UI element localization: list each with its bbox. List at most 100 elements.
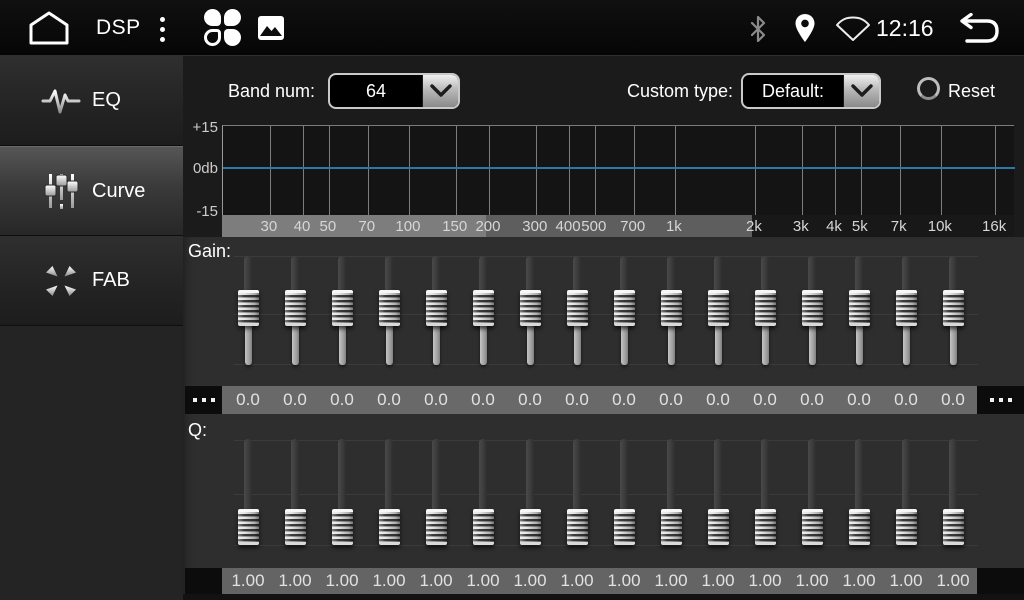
gain-slider-thumb[interactable]: [802, 290, 823, 326]
location-icon: [794, 13, 816, 43]
freq-tick-label: 1k: [652, 215, 696, 237]
slider-track: [667, 439, 675, 515]
q-row-right-spacer: [977, 568, 1024, 594]
apps-clover-icon[interactable]: [204, 9, 242, 47]
band-value: 1.00: [507, 568, 554, 594]
q-slider-thumb[interactable]: [708, 509, 729, 545]
slider-track: [714, 439, 722, 515]
q-slider-thumb[interactable]: [426, 509, 447, 545]
slider-track-lower: [621, 324, 628, 365]
band-value: 1.00: [695, 568, 742, 594]
reset-label: Reset: [948, 74, 995, 108]
y-tick-label: +15: [183, 119, 218, 137]
q-slider-thumb[interactable]: [473, 509, 494, 545]
slider-track-lower: [480, 324, 487, 365]
q-slider-thumb[interactable]: [849, 509, 870, 545]
freq-tick-label: 500: [572, 215, 616, 237]
q-slider-thumb[interactable]: [755, 509, 776, 545]
band-value: 1.00: [319, 568, 366, 594]
q-slider-thumb[interactable]: [520, 509, 541, 545]
sidebar-item-fab[interactable]: FAB: [0, 236, 183, 326]
home-icon[interactable]: [26, 10, 72, 46]
gain-slider-thumb[interactable]: [520, 290, 541, 326]
gain-more-right-button[interactable]: [977, 386, 1024, 414]
q-slider-thumb[interactable]: [285, 509, 306, 545]
frequency-axis-strip[interactable]: 304050701001502003004005007001k2k3k4k5k7…: [222, 215, 1014, 237]
band-num-label: Band num:: [228, 74, 315, 108]
slider-track: [291, 439, 299, 515]
chevron-down-icon: [843, 75, 879, 107]
slider-track-lower: [668, 324, 675, 365]
clock: 12:16: [876, 0, 934, 56]
band-value: 0.0: [225, 386, 272, 414]
q-sliders: [222, 437, 1014, 547]
eq-curve-graph[interactable]: [222, 125, 1014, 215]
freq-gridline: [329, 126, 330, 216]
slider-track-lower: [433, 324, 440, 365]
faders-icon: [38, 172, 84, 210]
slider-track: [526, 439, 534, 515]
gain-slider-thumb[interactable]: [426, 290, 447, 326]
slider-track: [385, 439, 393, 515]
q-slider-thumb[interactable]: [238, 509, 259, 545]
slider-track-lower: [386, 324, 393, 365]
y-tick-label: 0db: [183, 160, 218, 178]
q-section-label: Q:: [188, 420, 207, 441]
freq-gridline: [835, 126, 836, 216]
freq-gridline: [303, 126, 304, 216]
overflow-menu-icon[interactable]: [160, 17, 166, 42]
q-slider-thumb[interactable]: [943, 509, 964, 545]
q-slider-thumb[interactable]: [379, 509, 400, 545]
q-slider-thumb[interactable]: [567, 509, 588, 545]
freq-gridline: [802, 126, 803, 216]
freq-gridline: [900, 126, 901, 216]
band-value: 1.00: [554, 568, 601, 594]
slider-track-lower: [762, 324, 769, 365]
freq-tick-label: 7k: [877, 215, 921, 237]
gain-slider-thumb[interactable]: [614, 290, 635, 326]
gain-slider-thumb[interactable]: [943, 290, 964, 326]
back-icon[interactable]: [950, 13, 1002, 45]
gain-slider-thumb[interactable]: [285, 290, 306, 326]
band-value: 0.0: [272, 386, 319, 414]
q-slider-thumb[interactable]: [896, 509, 917, 545]
freq-gridline: [941, 126, 942, 216]
gain-slider-thumb[interactable]: [379, 290, 400, 326]
slider-track: [573, 439, 581, 515]
slider-gridline: [234, 364, 978, 365]
app-title: DSP: [96, 0, 141, 56]
gain-slider-thumb[interactable]: [755, 290, 776, 326]
q-slider-thumb[interactable]: [614, 509, 635, 545]
freq-gridline: [595, 126, 596, 216]
band-value: 1.00: [225, 568, 272, 594]
slider-track-lower: [809, 324, 816, 365]
gain-slider-thumb[interactable]: [708, 290, 729, 326]
band-value: 1.00: [789, 568, 836, 594]
gain-slider-thumb[interactable]: [473, 290, 494, 326]
slider-track-lower: [903, 324, 910, 365]
gain-slider-thumb[interactable]: [896, 290, 917, 326]
gallery-icon[interactable]: [258, 16, 284, 40]
custom-type-select[interactable]: Default:: [741, 73, 881, 109]
band-value: 0.0: [319, 386, 366, 414]
band-value: 1.00: [648, 568, 695, 594]
band-num-select[interactable]: 64: [328, 73, 460, 109]
gain-sliders: [222, 248, 1014, 368]
q-slider-thumb[interactable]: [802, 509, 823, 545]
gain-slider-thumb[interactable]: [238, 290, 259, 326]
sidebar-item-curve[interactable]: Curve: [0, 146, 183, 236]
sidebar-item-eq[interactable]: EQ: [0, 56, 183, 146]
freq-tick-label: 50: [306, 215, 350, 237]
q-slider-thumb[interactable]: [332, 509, 353, 545]
slider-track: [902, 439, 910, 515]
band-value: 1.00: [883, 568, 930, 594]
q-slider-thumb[interactable]: [661, 509, 682, 545]
reset-radio[interactable]: [917, 77, 940, 100]
gain-slider-thumb[interactable]: [661, 290, 682, 326]
freq-gridline: [675, 126, 676, 216]
gain-more-left-button[interactable]: [185, 386, 222, 414]
gain-slider-thumb[interactable]: [332, 290, 353, 326]
gain-slider-thumb[interactable]: [849, 290, 870, 326]
band-value: 0.0: [460, 386, 507, 414]
gain-slider-thumb[interactable]: [567, 290, 588, 326]
